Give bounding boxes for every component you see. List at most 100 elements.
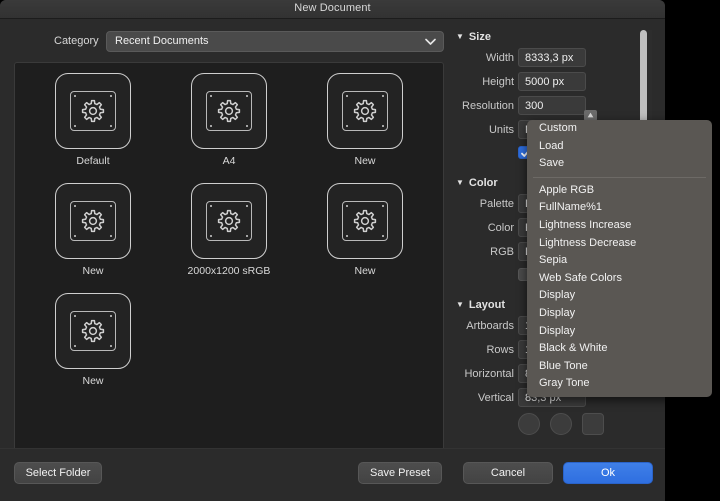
save-preset-button[interactable]: Save Preset <box>358 462 442 484</box>
options-scroll-track[interactable] <box>648 30 652 125</box>
template-thumbnail-frame <box>342 91 388 131</box>
field-resolution-label: Resolution <box>462 100 514 112</box>
gear-icon <box>81 99 105 123</box>
template-item[interactable]: New <box>297 73 433 183</box>
corner-dot <box>74 95 76 97</box>
field-palette-label: Palette <box>480 198 514 210</box>
template-item[interactable]: New <box>297 183 433 293</box>
menu-item[interactable]: Display <box>527 305 712 323</box>
template-thumbnail-frame <box>342 201 388 241</box>
template-item[interactable]: A4 <box>161 73 297 183</box>
corner-dot <box>74 345 76 347</box>
category-dropdown[interactable]: Recent Documents <box>106 31 444 52</box>
chevron-down-icon <box>425 38 436 46</box>
field-horizontal-label: Horizontal <box>464 368 514 380</box>
menu-item[interactable]: Black & White <box>527 340 712 358</box>
width-input[interactable]: 8333,3 px <box>518 48 586 67</box>
corner-dot <box>246 205 248 207</box>
orientation-portrait-button[interactable] <box>518 413 540 435</box>
triangle-down-icon: ▼ <box>456 173 464 193</box>
corner-dot <box>246 125 248 127</box>
corner-dot <box>110 315 112 317</box>
screen: New Document Category Recent Documents D… <box>0 0 720 501</box>
menu-item[interactable]: Gray Tone <box>527 375 712 393</box>
menu-item[interactable]: Display <box>527 287 712 305</box>
corner-dot <box>210 205 212 207</box>
menu-item[interactable]: Lightness Decrease <box>527 235 712 253</box>
orientation-landscape-button[interactable] <box>550 413 572 435</box>
title-bar: New Document <box>0 0 665 19</box>
field-height-label: Height <box>482 76 514 88</box>
width-value: 8333,3 px <box>525 52 573 64</box>
field-color-label: Color <box>488 222 514 234</box>
corner-dot <box>110 205 112 207</box>
corner-dot <box>110 235 112 237</box>
template-thumbnail-frame <box>70 311 116 351</box>
corner-dot <box>110 95 112 97</box>
gear-icon <box>353 209 377 233</box>
ok-button[interactable]: Ok <box>563 462 653 484</box>
corner-dot <box>210 235 212 237</box>
window-title: New Document <box>0 2 665 14</box>
corner-dot <box>110 125 112 127</box>
template-list-panel[interactable]: Default A4 New New 2000x1200 sRGB New New <box>14 62 444 462</box>
corner-dot <box>246 235 248 237</box>
field-vertical-label: Vertical <box>478 392 514 404</box>
preset-popup-menu[interactable]: CustomLoadSaveApple RGBFullName%1Lightne… <box>527 120 712 397</box>
menu-item[interactable]: Load <box>527 138 712 156</box>
category-row: Category Recent Documents <box>14 31 444 53</box>
template-thumbnail-frame <box>206 91 252 131</box>
template-thumbnail <box>55 73 131 149</box>
template-label: New <box>354 265 375 277</box>
triangle-down-icon: ▼ <box>456 295 464 315</box>
menu-item[interactable]: Lightness Increase <box>527 217 712 235</box>
template-thumbnail <box>191 73 267 149</box>
template-thumbnail <box>327 183 403 259</box>
corner-dot <box>382 235 384 237</box>
menu-item[interactable]: Apple RGB <box>527 182 712 200</box>
corner-dot <box>346 235 348 237</box>
template-item[interactable]: 2000x1200 sRGB <box>161 183 297 293</box>
menu-item[interactable]: Custom <box>527 120 712 138</box>
menu-item[interactable]: Sepia <box>527 252 712 270</box>
template-label: 2000x1200 sRGB <box>188 265 271 277</box>
corner-dot <box>210 95 212 97</box>
corner-dot <box>346 125 348 127</box>
layout-grid-button[interactable] <box>582 413 604 435</box>
triangle-up-icon <box>587 112 594 118</box>
options-scrollbar-thumb[interactable] <box>640 30 647 125</box>
template-thumbnail <box>191 183 267 259</box>
category-value: Recent Documents <box>115 35 209 47</box>
corner-dot <box>382 205 384 207</box>
menu-item[interactable]: Blue Tone <box>527 358 712 376</box>
corner-dot <box>74 315 76 317</box>
height-value: 5000 px <box>525 76 564 88</box>
corner-dot <box>246 95 248 97</box>
menu-item[interactable]: Display <box>527 323 712 341</box>
template-item[interactable]: Default <box>25 73 161 183</box>
template-thumbnail-frame <box>206 201 252 241</box>
corner-dot <box>74 125 76 127</box>
section-size-header[interactable]: ▼Size <box>452 27 637 47</box>
menu-item[interactable]: Save <box>527 155 712 173</box>
menu-item[interactable]: FullName%1 <box>527 199 712 217</box>
menu-separator <box>533 177 706 178</box>
template-thumbnail-frame <box>70 201 116 241</box>
resolution-input[interactable]: 300 <box>518 96 586 115</box>
template-item[interactable]: New <box>25 293 161 403</box>
corner-dot <box>382 95 384 97</box>
select-folder-button[interactable]: Select Folder <box>14 462 102 484</box>
corner-dot <box>382 125 384 127</box>
corner-dot <box>74 205 76 207</box>
gear-icon <box>217 209 241 233</box>
template-label: A4 <box>223 155 236 167</box>
layout-tool-buttons <box>452 411 637 437</box>
template-label: New <box>82 265 103 277</box>
template-label: Default <box>76 155 109 167</box>
cancel-button[interactable]: Cancel <box>463 462 553 484</box>
template-label: New <box>82 375 103 387</box>
height-input[interactable]: 5000 px <box>518 72 586 91</box>
menu-item[interactable]: Web Safe Colors <box>527 270 712 288</box>
corner-dot <box>210 125 212 127</box>
template-item[interactable]: New <box>25 183 161 293</box>
